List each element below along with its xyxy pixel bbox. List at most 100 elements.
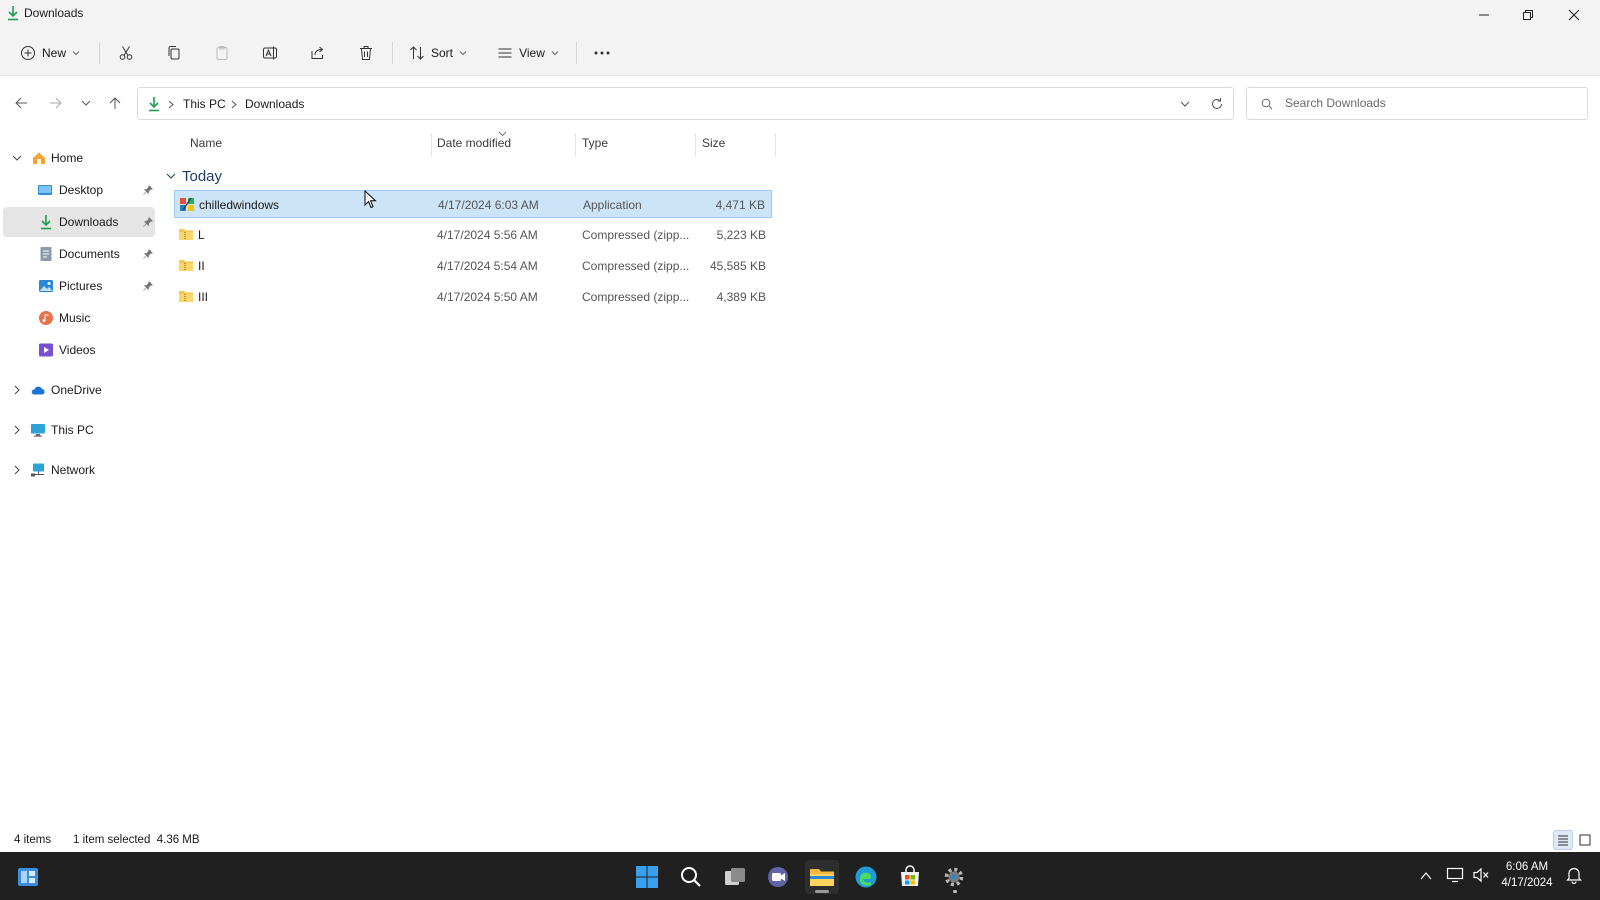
chevron-down-icon[interactable]: [166, 171, 176, 181]
nav-label: Network: [51, 463, 96, 477]
download-icon: [8, 6, 18, 21]
search-box[interactable]: [1246, 87, 1588, 120]
more-options-button[interactable]: [588, 38, 616, 68]
file-row-l[interactable]: L 4/17/2024 5:56 AM Compressed (zipp... …: [174, 221, 772, 249]
breadcrumb-downloads[interactable]: Downloads: [245, 97, 304, 111]
paste-button[interactable]: [208, 38, 236, 68]
home-icon: [33, 152, 45, 164]
details-view-button[interactable]: [1553, 830, 1573, 850]
command-bar: New Sort View: [0, 30, 1600, 76]
recent-locations-button[interactable]: [73, 90, 99, 116]
up-button[interactable]: [102, 90, 128, 116]
pin-icon[interactable]: [143, 281, 153, 291]
sort-button[interactable]: Sort: [404, 38, 472, 68]
refresh-icon[interactable]: [1210, 97, 1224, 111]
column-header-size[interactable]: Size: [702, 136, 725, 154]
group-label: Today: [182, 167, 223, 185]
file-type: Compressed (zipp...: [582, 290, 690, 304]
nav-item-pictures[interactable]: Pictures: [3, 271, 155, 301]
search-icon: [681, 867, 701, 887]
back-button[interactable]: [8, 90, 34, 116]
search-input[interactable]: [1285, 96, 1575, 110]
chevron-up-icon[interactable]: [1420, 871, 1432, 881]
nav-item-downloads[interactable]: Downloads: [3, 207, 155, 237]
pin-icon[interactable]: [143, 249, 153, 259]
desktop-icon: [38, 185, 52, 195]
new-button[interactable]: New: [14, 38, 86, 68]
videos-icon: [39, 343, 53, 357]
restore-button[interactable]: [1505, 0, 1551, 30]
chevron-right-icon[interactable]: [12, 425, 22, 435]
address-bar[interactable]: This PC Downloads: [137, 87, 1234, 120]
chevron-down-icon[interactable]: [1180, 100, 1190, 108]
nav-item-home[interactable]: Home: [3, 143, 155, 173]
nav-label: Music: [59, 311, 91, 325]
breadcrumb-this-pc[interactable]: This PC: [183, 97, 226, 111]
file-row-chilledwindows[interactable]: chilledwindows 4/17/2024 6:03 AM Applica…: [174, 190, 772, 218]
zip-folder-icon: [179, 229, 193, 240]
minimize-button[interactable]: [1461, 0, 1507, 30]
column-header-type[interactable]: Type: [582, 136, 608, 154]
zip-folder-icon: [179, 291, 193, 302]
notification-icon[interactable]: [1566, 866, 1582, 884]
nav-item-documents[interactable]: Documents: [3, 239, 155, 269]
file-explorer-taskbar-button[interactable]: [805, 860, 839, 894]
column-divider[interactable]: [431, 133, 432, 157]
widgets-icon: [18, 868, 38, 886]
nav-item-videos[interactable]: Videos: [3, 335, 155, 365]
copy-button[interactable]: [160, 38, 188, 68]
chevron-right-icon[interactable]: [12, 465, 22, 475]
file-date: 4/17/2024 5:50 AM: [437, 290, 538, 304]
rename-button[interactable]: [256, 38, 284, 68]
network-status-icon[interactable]: [1446, 867, 1464, 883]
settings-button[interactable]: [937, 860, 971, 894]
widgets-button[interactable]: [11, 860, 45, 894]
nav-item-network[interactable]: Network: [3, 455, 155, 485]
column-divider[interactable]: [575, 133, 576, 157]
chevron-right-icon[interactable]: [12, 385, 22, 395]
nav-item-this-pc[interactable]: This PC: [3, 415, 155, 445]
file-row-iii[interactable]: III 4/17/2024 5:50 AM Compressed (zipp..…: [174, 283, 772, 311]
tiles-view-button[interactable]: [1575, 830, 1595, 850]
edge-button[interactable]: [849, 860, 883, 894]
nav-item-desktop[interactable]: Desktop: [3, 175, 155, 205]
pin-icon[interactable]: [143, 185, 153, 195]
column-divider[interactable]: [775, 133, 776, 157]
share-button[interactable]: [304, 38, 332, 68]
chevron-down-icon[interactable]: [12, 153, 22, 163]
pin-icon[interactable]: [143, 217, 153, 227]
sort-label: Sort: [430, 46, 453, 60]
column-header-date[interactable]: Date modified: [437, 136, 511, 154]
teams-chat-button[interactable]: [761, 860, 795, 894]
view-button[interactable]: View: [492, 38, 564, 68]
nav-item-music[interactable]: Music: [3, 303, 155, 333]
chat-icon: [768, 867, 788, 887]
file-size: 45,585 KB: [709, 259, 766, 273]
arrow-left-icon: [15, 97, 27, 109]
column-header-name[interactable]: Name: [190, 136, 222, 154]
task-view-icon: [725, 868, 745, 885]
cut-button[interactable]: [112, 38, 140, 68]
close-button[interactable]: [1551, 0, 1597, 30]
document-icon: [40, 247, 52, 261]
file-date: 4/17/2024 6:03 AM: [438, 198, 539, 212]
file-row-ii[interactable]: II 4/17/2024 5:54 AM Compressed (zipp...…: [174, 252, 772, 280]
column-divider[interactable]: [695, 133, 696, 157]
volume-muted-icon[interactable]: [1472, 867, 1490, 883]
nav-item-onedrive[interactable]: OneDrive: [3, 375, 155, 405]
group-header-today[interactable]: Today: [166, 166, 222, 186]
windows-start-icon: [636, 866, 658, 888]
forward-button[interactable]: [43, 90, 69, 116]
nav-label: Documents: [59, 247, 120, 261]
start-button[interactable]: [630, 860, 664, 894]
system-clock[interactable]: 6:06 AM 4/17/2024: [1496, 859, 1558, 891]
zip-folder-icon: [179, 260, 193, 271]
file-type: Compressed (zipp...: [582, 259, 690, 273]
music-icon: [39, 311, 53, 325]
file-date: 4/17/2024 5:56 AM: [437, 228, 538, 242]
task-view-button[interactable]: [718, 860, 752, 894]
store-button[interactable]: [893, 860, 927, 894]
delete-button[interactable]: [352, 38, 380, 68]
taskbar-search-button[interactable]: [674, 860, 708, 894]
trash-icon: [360, 46, 372, 60]
